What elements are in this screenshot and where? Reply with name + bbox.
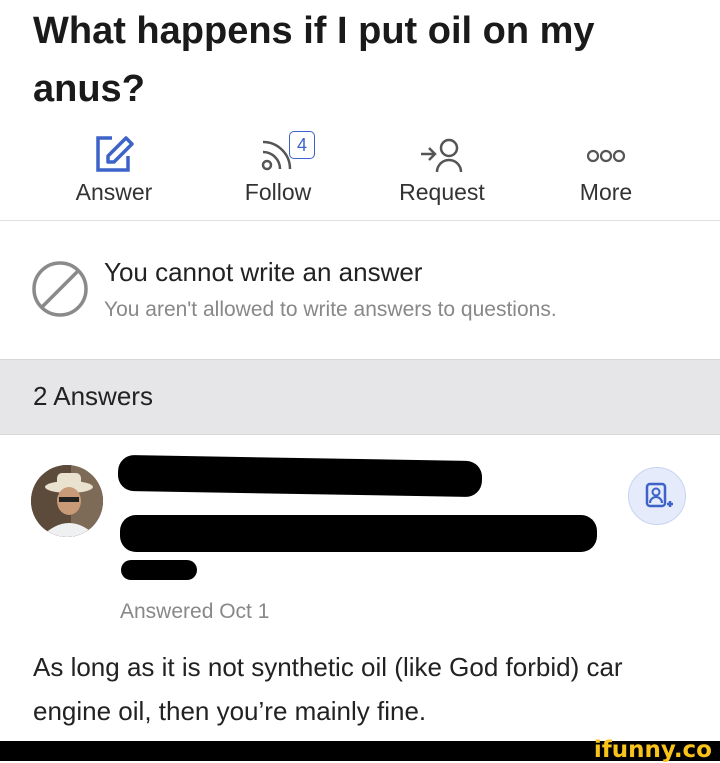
answer-button[interactable]: Answer — [44, 128, 184, 206]
avatar[interactable] — [31, 465, 103, 537]
answers-count-label: 2 Answers — [33, 381, 153, 411]
action-bar: Answer 4 Follow Request More — [0, 128, 720, 218]
follow-count-badge: 4 — [289, 131, 315, 159]
answers-header: 2 Answers — [0, 359, 720, 435]
ban-icon — [32, 261, 88, 317]
follow-button[interactable]: 4 Follow — [208, 128, 348, 206]
redacted-author-name — [117, 454, 483, 498]
request-label: Request — [399, 179, 485, 205]
follow-author-button[interactable] — [628, 467, 686, 525]
answered-date: Answered Oct 1 — [120, 600, 270, 623]
more-label: More — [579, 179, 633, 205]
notice-subtext: You aren't allowed to write answers to q… — [104, 298, 557, 321]
more-button[interactable]: More — [536, 128, 676, 206]
request-user-icon — [421, 138, 463, 173]
follow-user-icon — [645, 482, 673, 508]
answer-text: As long as it is not synthetic oil (like… — [33, 652, 623, 726]
follow-label: Follow — [244, 179, 312, 205]
ifunny-watermark: ifunny.co — [593, 737, 712, 763]
redacted-author-extra — [121, 560, 197, 580]
avatar-image — [31, 465, 103, 537]
more-dots-icon — [586, 149, 626, 163]
pencil-icon — [96, 136, 134, 172]
notice-heading: You cannot write an answer — [104, 257, 423, 287]
question-title: What happens if I put oil on my anus? — [33, 10, 595, 110]
cannot-answer-notice: You cannot write an answer You aren't al… — [0, 221, 720, 359]
request-button[interactable]: Request — [372, 128, 512, 206]
answer-label: Answer — [75, 179, 153, 205]
redacted-author-credential — [120, 515, 597, 552]
footer-bar: ifunny.co — [0, 737, 720, 763]
